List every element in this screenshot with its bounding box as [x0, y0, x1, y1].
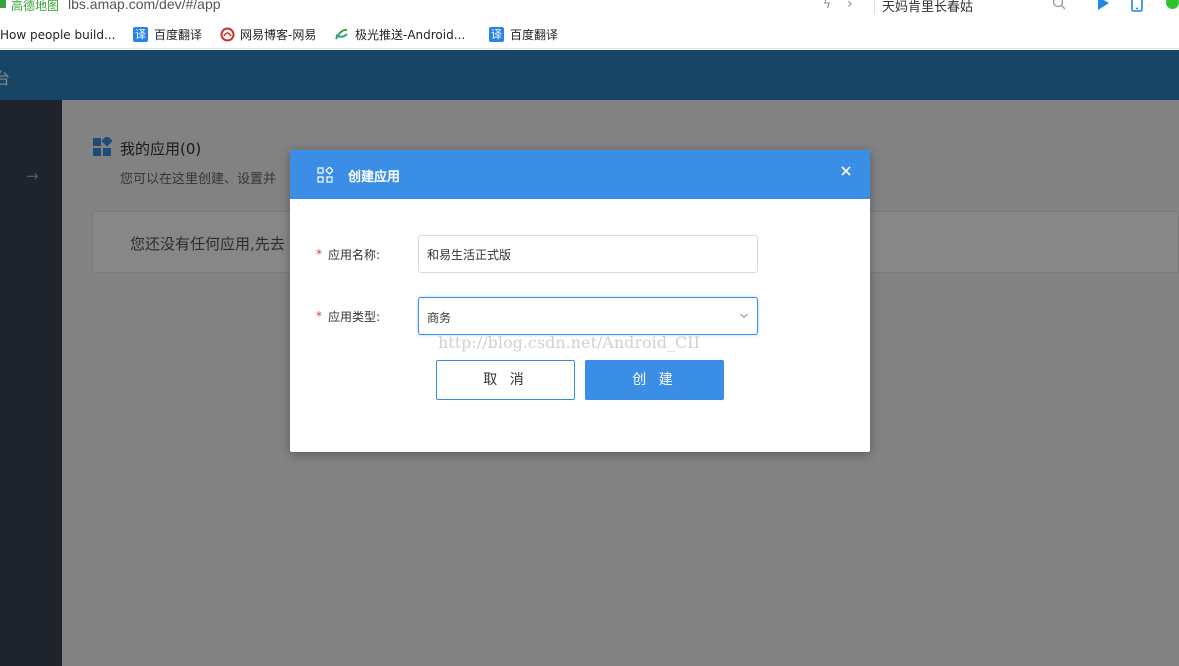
- search-icon[interactable]: [1052, 0, 1066, 10]
- app-type-label: 应用类型:: [328, 310, 381, 324]
- dialog-title: 创建应用: [348, 170, 401, 185]
- forward-icon[interactable]: ›: [847, 0, 853, 12]
- bookmark-baidu-translate[interactable]: 百度翻译: [154, 26, 202, 44]
- play-icon[interactable]: [1095, 0, 1111, 11]
- browser-search-text[interactable]: 天妈肯里长春姑: [882, 0, 973, 15]
- jpush-icon: [335, 28, 348, 40]
- cancel-button[interactable]: 取 消: [436, 360, 575, 400]
- dialog-header: 创建应用: [290, 150, 870, 199]
- baidu-translate-icon: 译: [489, 27, 504, 42]
- apps-grid-icon: [317, 167, 333, 183]
- url-field[interactable]: lbs.amap.com/dev/#/app: [68, 0, 221, 12]
- close-icon[interactable]: [840, 165, 852, 177]
- create-app-dialog: 创建应用 * 应用名称: * 应用类型: 商务 http://blog.csdn…: [290, 150, 870, 452]
- address-bar: 高德地图 lbs.amap.com/dev/#/app ϟ › 天妈肯里长春姑: [0, 0, 1179, 20]
- watermark-text: http://blog.csdn.net/Android_CII: [438, 333, 700, 352]
- phone-icon[interactable]: [1131, 0, 1143, 12]
- required-mark: *: [316, 247, 322, 261]
- chevron-down-icon: [740, 313, 748, 319]
- required-mark: *: [316, 309, 322, 323]
- site-favicon: [0, 0, 6, 8]
- baidu-translate-icon: 译: [133, 27, 148, 42]
- bookmark-baidu-translate-2[interactable]: 百度翻译: [510, 26, 558, 44]
- bookmark-github[interactable]: How people build...: [0, 26, 115, 44]
- app-name-label: 应用名称:: [328, 248, 381, 262]
- create-button[interactable]: 创 建: [585, 360, 724, 400]
- app-type-selected-value: 商务: [427, 311, 452, 325]
- site-label: 高德地图: [11, 0, 60, 13]
- bookmark-netease-blog[interactable]: 网易博客-网易: [240, 26, 316, 44]
- app-type-select[interactable]: 商务: [418, 297, 758, 335]
- bookmark-jpush[interactable]: 极光推送-Android...: [355, 26, 465, 44]
- bolt-icon[interactable]: ϟ: [823, 0, 831, 11]
- wechat-icon[interactable]: [1166, 0, 1179, 9]
- app-name-input[interactable]: [418, 235, 758, 273]
- netease-blog-icon: [220, 27, 235, 42]
